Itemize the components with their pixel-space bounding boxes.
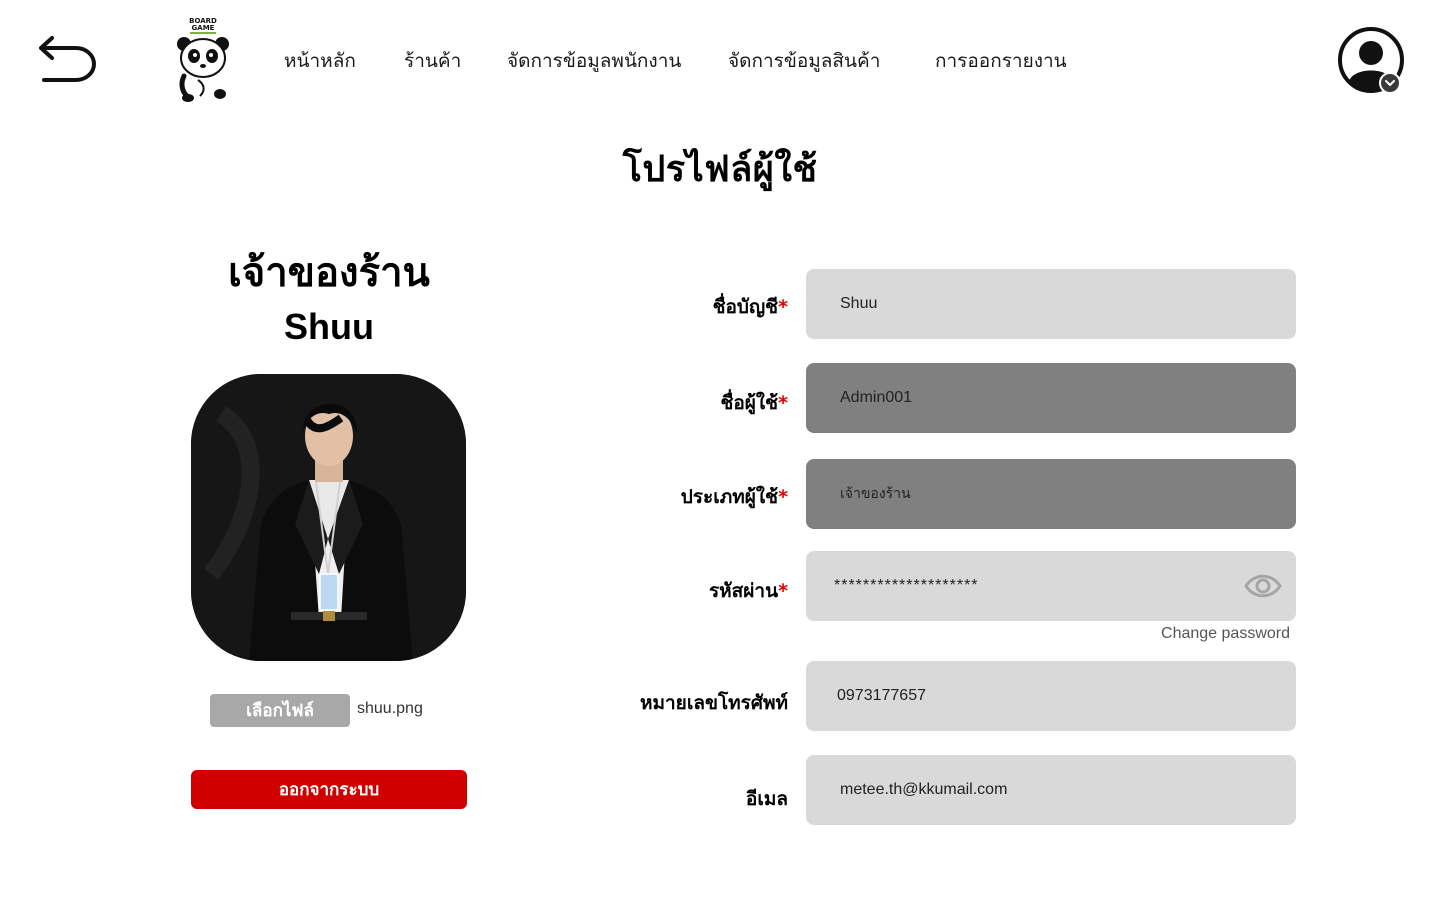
email-field[interactable]: metee.th@kkumail.com [806, 755, 1296, 825]
user-display-name: Shuu [284, 306, 374, 347]
account-name-field[interactable]: Shuu [806, 269, 1296, 339]
phone-value: 0973177657 [837, 687, 926, 704]
nav-item-manage-products[interactable]: จัดการข้อมูลสินค้า [728, 46, 880, 76]
phone-label: หมายเลขโทรศัพท์ [639, 692, 788, 714]
profile-photo [191, 374, 466, 661]
username-label: ชื่อผู้ใช้* [720, 392, 788, 414]
nav-item-shop[interactable]: ร้านค้า [404, 46, 461, 76]
required-marker: * [778, 392, 788, 414]
phone-field[interactable]: 0973177657 [806, 661, 1296, 731]
logo-text-2: GAME [192, 24, 215, 32]
nav-item-home[interactable]: หน้าหลัก [284, 46, 356, 76]
password-label: รหัสผ่าน* [708, 580, 788, 602]
page-title: โปรไฟล์ผู้ใช้ [622, 149, 818, 190]
change-password-link[interactable]: Change password [1100, 625, 1290, 643]
chevron-down-icon [1379, 72, 1401, 94]
account-name-value: Shuu [840, 295, 878, 312]
back-arrow-icon[interactable] [36, 34, 100, 88]
username-value: Admin001 [840, 389, 913, 406]
account-name-label: ชื่อบัญชี* [712, 296, 788, 318]
email-value: metee.th@kkumail.com [840, 781, 1008, 798]
logout-button[interactable]: ออกจากระบบ [191, 770, 467, 809]
user-avatar-icon[interactable] [1336, 25, 1408, 97]
required-marker: * [778, 296, 788, 318]
choose-file-button[interactable]: เลือกไฟล์ [210, 694, 350, 727]
password-field[interactable]: ******************** [806, 551, 1296, 621]
nav-item-reports[interactable]: การออกรายงาน [935, 46, 1067, 76]
email-label: อีเมล [745, 788, 788, 810]
user-type-value: เจ้าของร้าน [840, 485, 911, 501]
user-type-field: เจ้าของร้าน [806, 459, 1296, 529]
username-field: Admin001 [806, 363, 1296, 433]
password-value: ******************** [834, 577, 979, 594]
nav-item-manage-employees[interactable]: จัดการข้อมูลพนักงาน [507, 46, 681, 76]
eye-icon[interactable] [1244, 569, 1282, 603]
user-type-label: ประเภทผู้ใช้* [680, 486, 788, 508]
board-game-logo[interactable]: BOARD GAME [170, 14, 236, 104]
required-marker: * [778, 580, 788, 602]
role-title: เจ้าของร้าน [228, 250, 430, 296]
required-marker: * [778, 486, 788, 508]
profile-page: BOARD GAME หน้าหลัก ร้านค้า จัดการข้อมูล… [0, 0, 1440, 900]
selected-file-name: shuu.png [357, 700, 423, 717]
